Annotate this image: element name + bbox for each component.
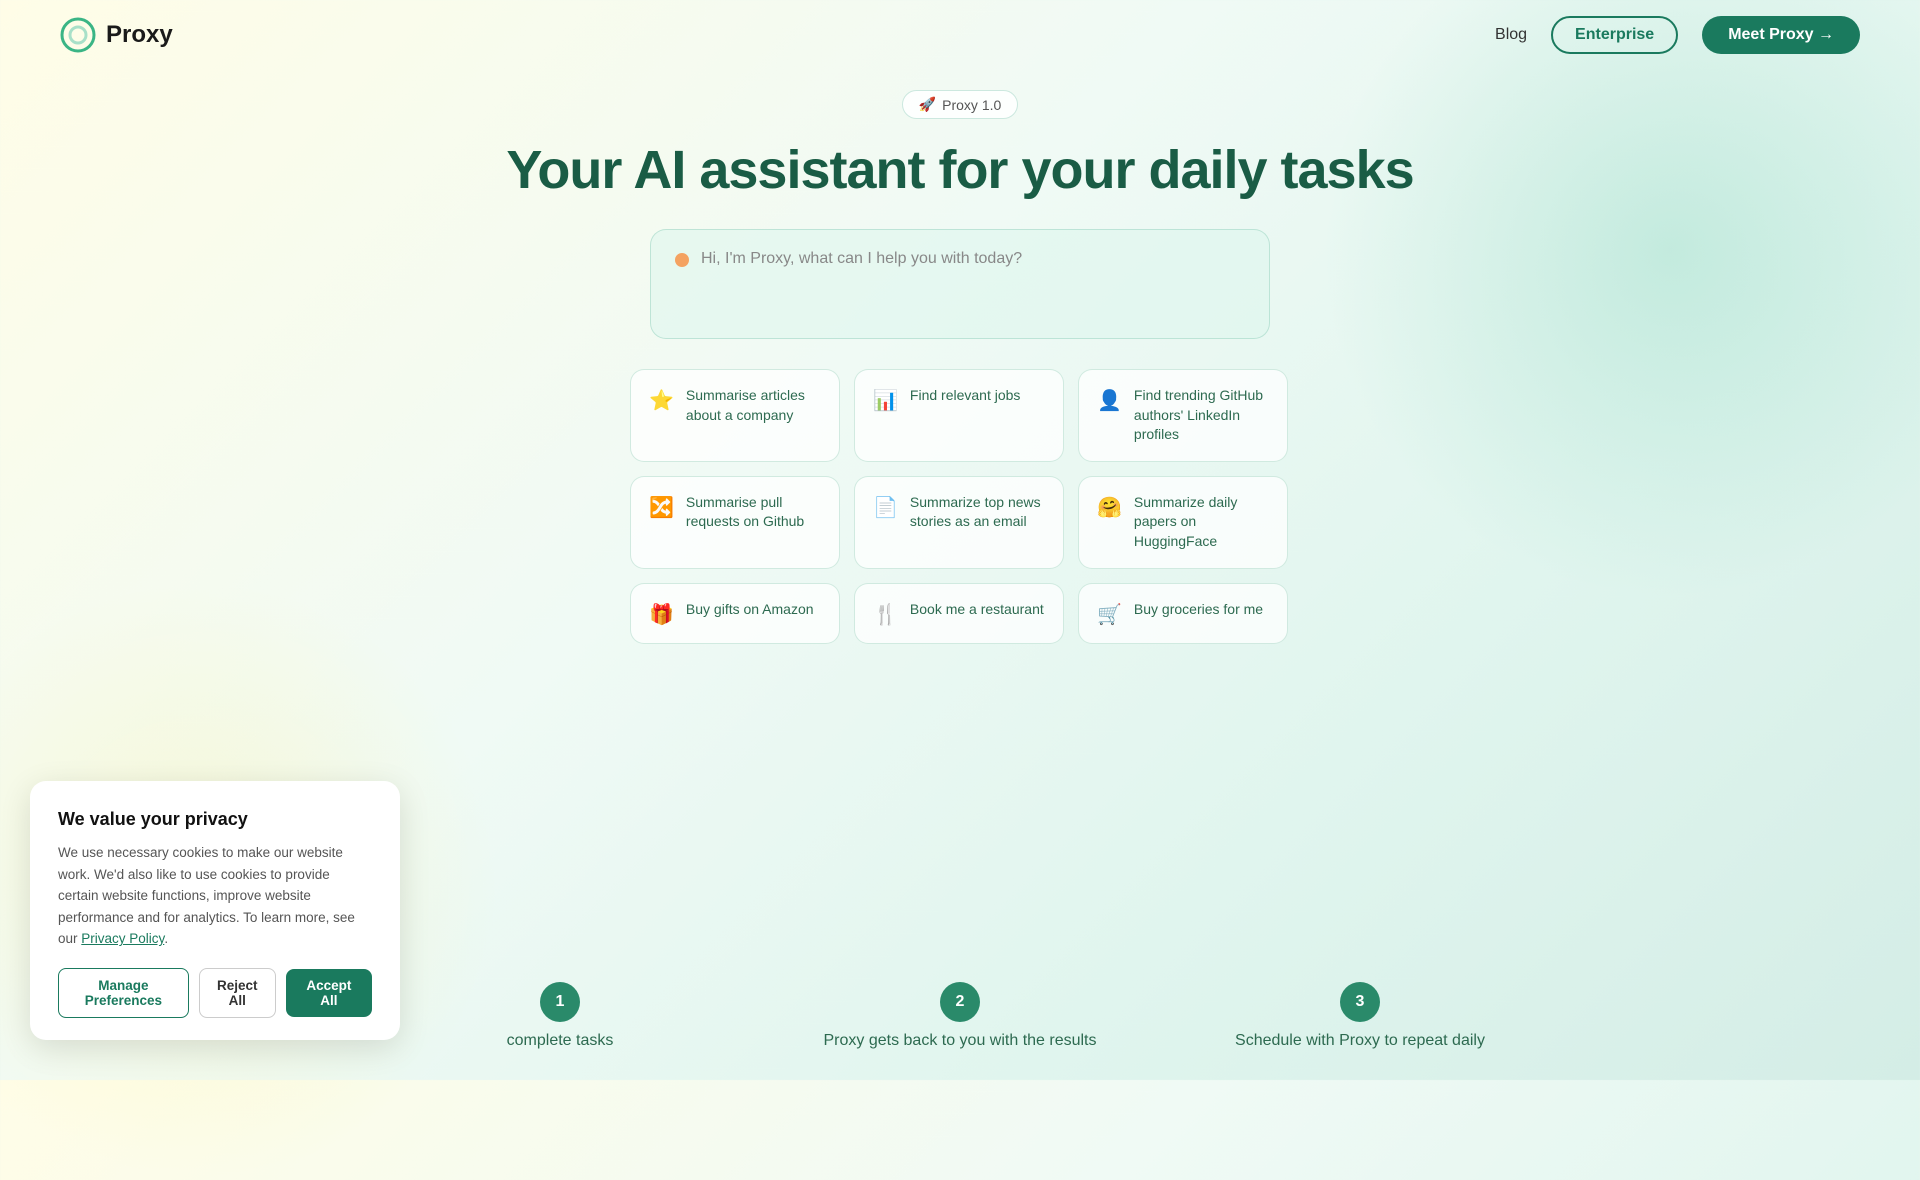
card-groceries-icon: 🛒	[1097, 602, 1122, 627]
step-2-circle: 2	[940, 982, 980, 1022]
badge-text: Proxy 1.0	[942, 97, 1001, 113]
step-2-number: 2	[956, 993, 965, 1011]
step-3-text: Schedule with Proxy to repeat daily	[1235, 1032, 1485, 1050]
accept-all-button[interactable]: Accept All	[286, 969, 372, 1017]
card-github-linkedin-text: Find trending GitHub authors' LinkedIn p…	[1134, 386, 1269, 445]
card-github-linkedin-icon: 👤	[1097, 388, 1122, 413]
card-groceries-text: Buy groceries for me	[1134, 600, 1263, 620]
cookie-buttons: Manage Preferences Reject All Accept All	[58, 968, 372, 1018]
card-summarize-news-icon: 📄	[873, 495, 898, 520]
step-1-circle: 1	[540, 982, 580, 1022]
cookie-title: We value your privacy	[58, 809, 372, 830]
card-summarise-articles-text: Summarise articles about a company	[686, 386, 821, 425]
manage-preferences-button[interactable]: Manage Preferences	[58, 968, 189, 1018]
hero-title: Your AI assistant for your daily tasks	[506, 139, 1413, 201]
logo-text: Proxy	[106, 21, 173, 49]
reject-all-button[interactable]: Reject All	[199, 968, 276, 1018]
version-badge: 🚀 Proxy 1.0	[902, 90, 1019, 119]
card-restaurant-text: Book me a restaurant	[910, 600, 1044, 620]
blog-link[interactable]: Blog	[1495, 26, 1527, 44]
card-find-jobs[interactable]: 📊 Find relevant jobs	[854, 369, 1064, 462]
step-3-number: 3	[1356, 993, 1365, 1011]
chat-input-box[interactable]: Hi, I'm Proxy, what can I help you with …	[650, 229, 1270, 339]
card-pull-requests[interactable]: 🔀 Summarise pull requests on Github	[630, 476, 840, 569]
suggestion-cards-grid: ⭐ Summarise articles about a company 📊 Find…	[630, 369, 1290, 644]
chat-status-dot	[675, 253, 689, 267]
card-github-linkedin[interactable]: 👤 Find trending GitHub authors' LinkedIn …	[1078, 369, 1288, 462]
cookie-body: We use necessary cookies to make our web…	[58, 842, 372, 950]
card-find-jobs-text: Find relevant jobs	[910, 386, 1021, 406]
step-1: 1 complete tasks	[360, 982, 760, 1050]
card-pull-requests-icon: 🔀	[649, 495, 674, 520]
step-2-text: Proxy gets back to you with the results	[823, 1032, 1096, 1050]
step-3: 3 Schedule with Proxy to repeat daily	[1160, 982, 1560, 1050]
logo-icon	[60, 17, 96, 53]
step-1-text: complete tasks	[507, 1032, 614, 1050]
nav-links: Blog Enterprise Meet Proxy →	[1495, 16, 1860, 54]
card-summarise-articles[interactable]: ⭐ Summarise articles about a company	[630, 369, 840, 462]
chat-placeholder: Hi, I'm Proxy, what can I help you with …	[675, 250, 1245, 268]
enterprise-button[interactable]: Enterprise	[1551, 16, 1678, 54]
card-huggingface[interactable]: 🤗 Summarize daily papers on HuggingFace	[1078, 476, 1288, 569]
card-huggingface-text: Summarize daily papers on HuggingFace	[1134, 493, 1269, 552]
chat-placeholder-text: Hi, I'm Proxy, what can I help you with …	[701, 250, 1022, 268]
badge-emoji: 🚀	[919, 96, 936, 113]
navbar: Proxy Blog Enterprise Meet Proxy →	[0, 0, 1920, 70]
main-content: 🚀 Proxy 1.0 Your AI assistant for your d…	[0, 70, 1920, 644]
privacy-policy-link[interactable]: Privacy Policy	[81, 931, 164, 946]
step-2: 2 Proxy gets back to you with the result…	[760, 982, 1160, 1050]
card-summarize-news-text: Summarize top news stories as an email	[910, 493, 1045, 532]
card-summarize-news[interactable]: 📄 Summarize top news stories as an email	[854, 476, 1064, 569]
meet-proxy-button[interactable]: Meet Proxy →	[1702, 16, 1860, 54]
card-summarise-articles-icon: ⭐	[649, 388, 674, 413]
card-amazon-text: Buy gifts on Amazon	[686, 600, 814, 620]
card-groceries[interactable]: 🛒 Buy groceries for me	[1078, 583, 1288, 644]
card-find-jobs-icon: 📊	[873, 388, 898, 413]
card-amazon-icon: 🎁	[649, 602, 674, 627]
logo[interactable]: Proxy	[60, 17, 173, 53]
card-restaurant-icon: 🍴	[873, 602, 898, 627]
step-3-circle: 3	[1340, 982, 1380, 1022]
card-restaurant[interactable]: 🍴 Book me a restaurant	[854, 583, 1064, 644]
cookie-banner: We value your privacy We use necessary c…	[30, 781, 400, 1040]
card-pull-requests-text: Summarise pull requests on Github	[686, 493, 821, 532]
step-1-number: 1	[556, 993, 565, 1011]
card-huggingface-icon: 🤗	[1097, 495, 1122, 520]
card-amazon[interactable]: 🎁 Buy gifts on Amazon	[630, 583, 840, 644]
